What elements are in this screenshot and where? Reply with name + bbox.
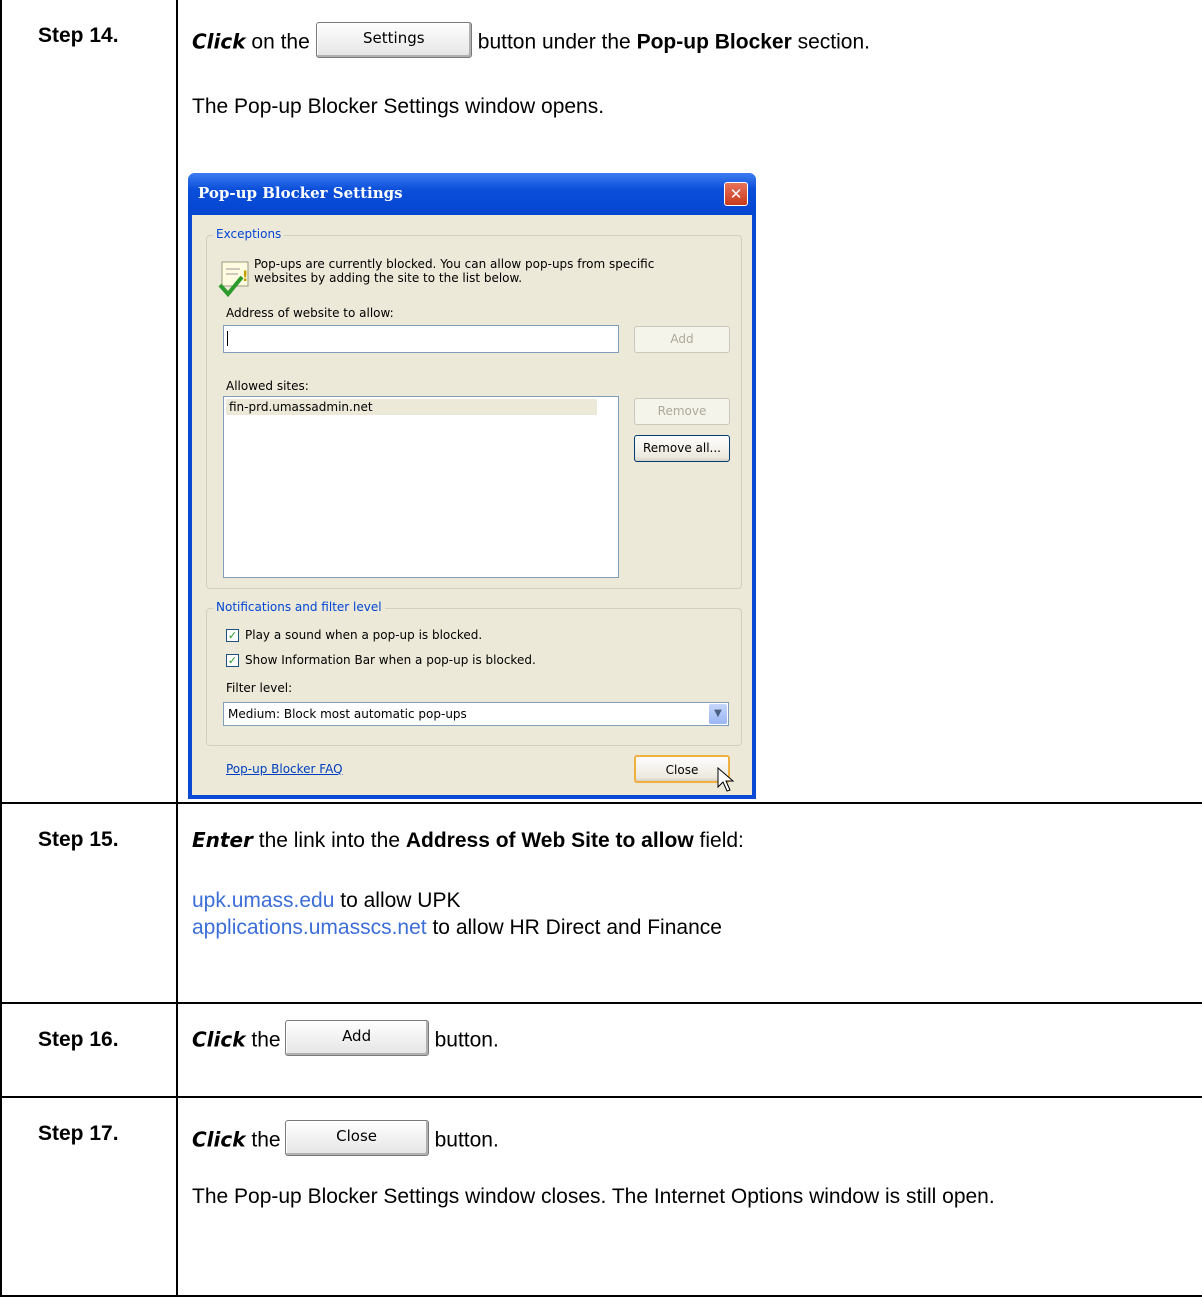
action-verb: Enter [192,828,253,852]
step-15-instruction: Enter the link into the Address of Web S… [192,828,1202,854]
settings-button-image: Settings [315,22,472,58]
allowed-sites-list[interactable]: fin-prd.umassadmin.net [223,396,619,578]
svg-text:!: ! [242,269,248,285]
instruction-text: button. [434,1028,499,1052]
play-sound-label: Play a sound when a pop-up is blocked. [245,628,483,642]
link-description: to allow UPK [340,889,461,913]
show-infobar-checkbox[interactable]: ✓ [226,654,239,667]
filter-level-label: Filter level: [226,681,293,695]
allowed-sites-label: Allowed sites: [226,379,309,393]
list-item[interactable]: fin-prd.umassadmin.net [226,399,597,415]
dialog-titlebar: Pop-up Blocker Settings ✕ [188,173,756,215]
instruction-text: button. [434,1128,499,1152]
cursor-icon [717,767,735,792]
notifications-legend: Notifications and filter level [213,600,385,614]
step-15-row: Step 15. Enter the link into the Address… [0,802,1202,1004]
field-name: Address of Web Site to allow [405,829,694,852]
info-text-line: Pop-ups are currently blocked. You can a… [254,257,655,271]
step-16-instruction: Click the Add button. [192,1020,1202,1062]
dialog-title: Pop-up Blocker Settings [198,184,403,202]
instruction-text: the link into the [258,829,400,852]
action-verb: Click [192,1127,246,1152]
add-button-image: Add [284,1020,429,1056]
step-label: Step 16. [38,1028,119,1051]
filter-level-select[interactable]: Medium: Block most automatic pop-ups ▼ [223,702,729,726]
link-description: to allow HR Direct and Finance [432,915,722,939]
step-17-result: The Pop-up Blocker Settings window close… [192,1185,995,1208]
add-button[interactable]: Add [634,326,730,353]
action-verb: Click [192,1027,246,1052]
info-check-icon: ! [218,261,249,298]
upk-link[interactable]: upk.umass.edu [192,889,334,912]
remove-button[interactable]: Remove [634,398,730,425]
show-infobar-label: Show Information Bar when a pop-up is bl… [245,653,536,667]
text-caret [227,331,228,346]
instruction-text: section. [797,30,870,54]
close-icon[interactable]: ✕ [724,182,748,206]
info-text: Pop-ups are currently blocked. You can a… [254,257,654,285]
section-name: Pop-up Blocker [636,30,792,54]
instruction-text: on the [251,30,310,54]
play-sound-checkbox[interactable]: ✓ [226,629,239,642]
filter-level-value: Medium: Block most automatic pop-ups [228,707,467,721]
step-17-instruction: Click the Close button. [192,1120,1202,1162]
step-17-row: Step 17. Click the Close button. The Pop-u… [0,1096,1202,1297]
chevron-down-icon[interactable]: ▼ [709,704,727,724]
exceptions-legend: Exceptions [213,227,285,241]
remove-all-button[interactable]: Remove all... [634,435,730,462]
address-input[interactable] [223,325,619,353]
popup-blocker-settings-dialog: Pop-up Blocker Settings ✕ Exceptions ! P… [188,173,756,799]
step-label: Step 14. [38,24,119,47]
step-label: Step 17. [38,1122,119,1145]
step-14-result: The Pop-up Blocker Settings window opens… [192,95,605,118]
popup-blocker-faq-link[interactable]: Pop-up Blocker FAQ [226,762,343,776]
step-16-row: Step 16. Click the Add button. [0,1002,1202,1098]
step-14-instruction: Click on the Settings button under the Pop… [192,22,1202,64]
applications-link[interactable]: applications.umasscs.net [192,916,427,939]
close-button-image: Close [284,1120,429,1156]
link-line-1: upk.umass.edu to allow UPK [192,888,1202,914]
instruction-text: the [251,1028,281,1052]
dialog-client-area: Exceptions ! Pop-ups are currently block… [192,215,752,795]
instruction-text: the [251,1128,281,1152]
address-label: Address of website to allow: [226,306,394,320]
link-line-2: applications.umasscs.net to allow HR Dir… [192,915,1202,941]
step-label: Step 15. [38,828,119,851]
action-verb: Click [192,29,246,54]
instruction-text: button under the [477,30,631,54]
info-text-line: websites by adding the site to the list … [254,271,523,285]
instruction-text: field: [699,829,744,852]
